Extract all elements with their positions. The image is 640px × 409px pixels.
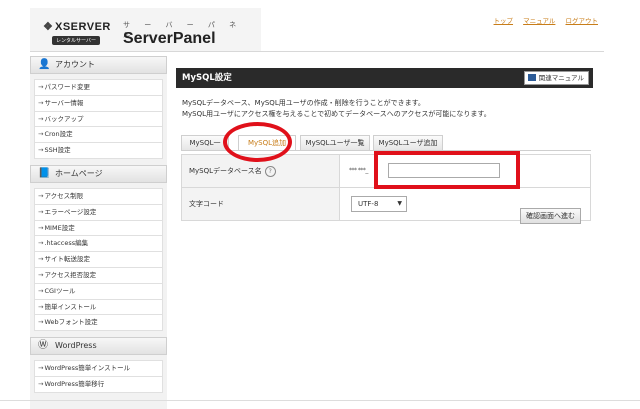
dropdown-caret-icon: ▼ xyxy=(397,200,402,207)
wordpress-icon: Ⓦ xyxy=(38,340,48,352)
sidebar-item-mime[interactable]: →MIME設定 xyxy=(34,220,163,237)
sidebar-item-label: MIME設定 xyxy=(44,223,75,232)
account-menu: →パスワード変更 →サーバー情報 →バックアップ →Cron設定 →SSH設定 xyxy=(34,79,163,159)
arrow-icon: → xyxy=(38,302,44,311)
sidebar-section-title: WordPress xyxy=(55,341,97,351)
arrow-icon: → xyxy=(38,379,44,388)
sidebar-item-access-deny[interactable]: →アクセス拒否設定 xyxy=(34,267,163,284)
arrow-icon: → xyxy=(38,114,44,123)
logo-text: XSERVER xyxy=(55,21,111,33)
sidebar-section-account: 👤 アカウント xyxy=(30,56,167,74)
sidebar-item-label: WordPress簡単移行 xyxy=(44,379,105,388)
tab-mysql-user-list[interactable]: MySQLユーザ一覧 xyxy=(300,135,370,150)
sidebar-item-web-font[interactable]: →Webフォント設定 xyxy=(34,315,163,332)
bottom-divider xyxy=(0,400,640,401)
charset-label: 文字コード xyxy=(182,188,340,220)
sidebar-section-homepage: 📘 ホームページ xyxy=(30,164,167,183)
charset-value: UTF-8 xyxy=(358,200,379,208)
arrow-icon: → xyxy=(38,130,44,139)
sidebar-item-backup[interactable]: →バックアップ xyxy=(34,111,163,128)
page-description: MySQLデータベース、MySQL用ユーザの作成・削除を行うことができます。 M… xyxy=(176,98,593,120)
wordpress-menu: →WordPress簡単インストール →WordPress簡単移行 xyxy=(34,360,163,393)
red-highlight-circle xyxy=(223,122,292,162)
db-name-prefix: *** ***_ xyxy=(349,167,368,174)
book-icon: 📘 xyxy=(38,167,51,179)
sidebar-item-cron[interactable]: →Cron設定 xyxy=(34,127,163,144)
sidebar-item-label: SSH設定 xyxy=(44,146,71,155)
sidebar-item-label: サーバー情報 xyxy=(44,98,84,107)
related-manual-button[interactable]: 関連マニュアル xyxy=(523,71,589,85)
arrow-icon: → xyxy=(38,255,44,264)
arrow-icon: → xyxy=(38,191,44,200)
sidebar-item-label: アクセス拒否設定 xyxy=(44,270,97,279)
tab-mysql-list[interactable]: MySQL一 xyxy=(181,135,229,150)
homepage-menu: →アクセス制限 →エラーページ設定 →MIME設定 →.htaccess編集 →… xyxy=(34,187,163,332)
sidebar: 👤 アカウント →パスワード変更 →サーバー情報 →バックアップ →Cron設定… xyxy=(30,56,167,409)
manual-book-icon xyxy=(527,74,536,81)
sidebar-item-easy-install[interactable]: →簡単インストール xyxy=(34,299,163,316)
arrow-icon: → xyxy=(38,364,44,373)
sidebar-section-wordpress: Ⓦ WordPress xyxy=(30,337,167,356)
sidebar-item-site-transfer[interactable]: →サイト転送設定 xyxy=(34,252,163,268)
xserver-logo[interactable]: ❖ XSERVER xyxy=(43,20,111,33)
db-name-label-text: MySQLデータベース名 xyxy=(189,167,262,175)
sidebar-item-error-page[interactable]: →エラーページ設定 xyxy=(34,204,163,221)
sidebar-item-label: サイト転送設定 xyxy=(44,255,90,264)
sidebar-item-label: WordPress簡単インストール xyxy=(44,364,131,373)
arrow-icon: → xyxy=(38,146,44,155)
arrow-icon: → xyxy=(38,98,44,107)
top-link[interactable]: トップ xyxy=(494,17,514,25)
sidebar-item-access-limit[interactable]: →アクセス制限 xyxy=(34,187,163,205)
sidebar-item-wp-install[interactable]: →WordPress簡単インストール xyxy=(34,360,163,377)
arrow-icon: → xyxy=(38,318,44,327)
sidebar-item-label: Webフォント設定 xyxy=(44,318,98,327)
sidebar-item-password[interactable]: →パスワード変更 xyxy=(34,79,163,96)
sidebar-item-htaccess[interactable]: →.htaccess編集 xyxy=(34,236,163,253)
arrow-icon: → xyxy=(38,286,44,295)
diamond-logo-icon: ❖ xyxy=(43,21,54,33)
sidebar-section-title: ホームページ xyxy=(55,168,103,178)
sidebar-item-label: バックアップ xyxy=(44,114,84,123)
red-highlight-rectangle xyxy=(374,151,520,189)
person-icon: 👤 xyxy=(38,59,51,70)
arrow-icon: → xyxy=(38,239,44,248)
arrow-icon: → xyxy=(38,83,44,91)
sidebar-item-wp-migrate[interactable]: →WordPress簡単移行 xyxy=(34,376,163,393)
help-icon[interactable]: ? xyxy=(264,166,276,177)
arrow-icon: → xyxy=(38,270,44,279)
sidebar-item-label: Cron設定 xyxy=(44,130,73,139)
sidebar-item-label: エラーページ設定 xyxy=(44,207,97,216)
page-title: MySQL設定 xyxy=(182,73,232,83)
charset-select[interactable]: UTF-8 ▼ xyxy=(351,196,407,212)
page-title-bar: MySQL設定 関連マニュアル xyxy=(176,68,593,88)
header: ❖ XSERVER レンタルサーバー サ ー バ ー パ ネ ル ServerPa… xyxy=(30,8,604,52)
sidebar-section-title: アカウント xyxy=(55,60,95,69)
manual-link[interactable]: マニュアル xyxy=(523,17,555,25)
sidebar-item-ssh[interactable]: →SSH設定 xyxy=(34,143,163,159)
confirm-button[interactable]: 確認画面へ進む xyxy=(520,208,581,224)
sidebar-item-label: CGIツール xyxy=(44,286,76,295)
arrow-icon: → xyxy=(38,223,44,232)
manual-button-label: 関連マニュアル xyxy=(538,74,584,82)
description-line: MySQL用ユーザにアクセス権を与えることで初めてデータベースへのアクセスが可能… xyxy=(182,110,491,118)
logout-link[interactable]: ログアウト xyxy=(566,17,599,25)
sidebar-item-server-info[interactable]: →サーバー情報 xyxy=(34,95,163,112)
sidebar-item-label: パスワード変更 xyxy=(44,83,90,91)
main-content: MySQL設定 関連マニュアル MySQLデータベース、MySQL用ユーザの作成… xyxy=(176,68,593,224)
sidebar-item-label: 簡単インストール xyxy=(44,302,97,311)
description-line: MySQLデータベース、MySQL用ユーザの作成・削除を行うことができます。 xyxy=(182,99,425,107)
logo-area: ❖ XSERVER レンタルサーバー サ ー バ ー パ ネ ル ServerPa… xyxy=(30,8,261,51)
sidebar-item-label: アクセス制限 xyxy=(44,191,84,200)
sidebar-item-label: .htaccess編集 xyxy=(44,239,89,248)
product-name: ServerPanel xyxy=(123,30,216,47)
arrow-icon: → xyxy=(38,207,44,216)
logo-badge: レンタルサーバー xyxy=(52,36,100,45)
sidebar-item-cgi-tools[interactable]: →CGIツール xyxy=(34,283,163,300)
top-links: トップ マニュアル ログアウト xyxy=(486,15,598,25)
tab-mysql-user-add[interactable]: MySQLユーザ追加 xyxy=(373,135,443,150)
